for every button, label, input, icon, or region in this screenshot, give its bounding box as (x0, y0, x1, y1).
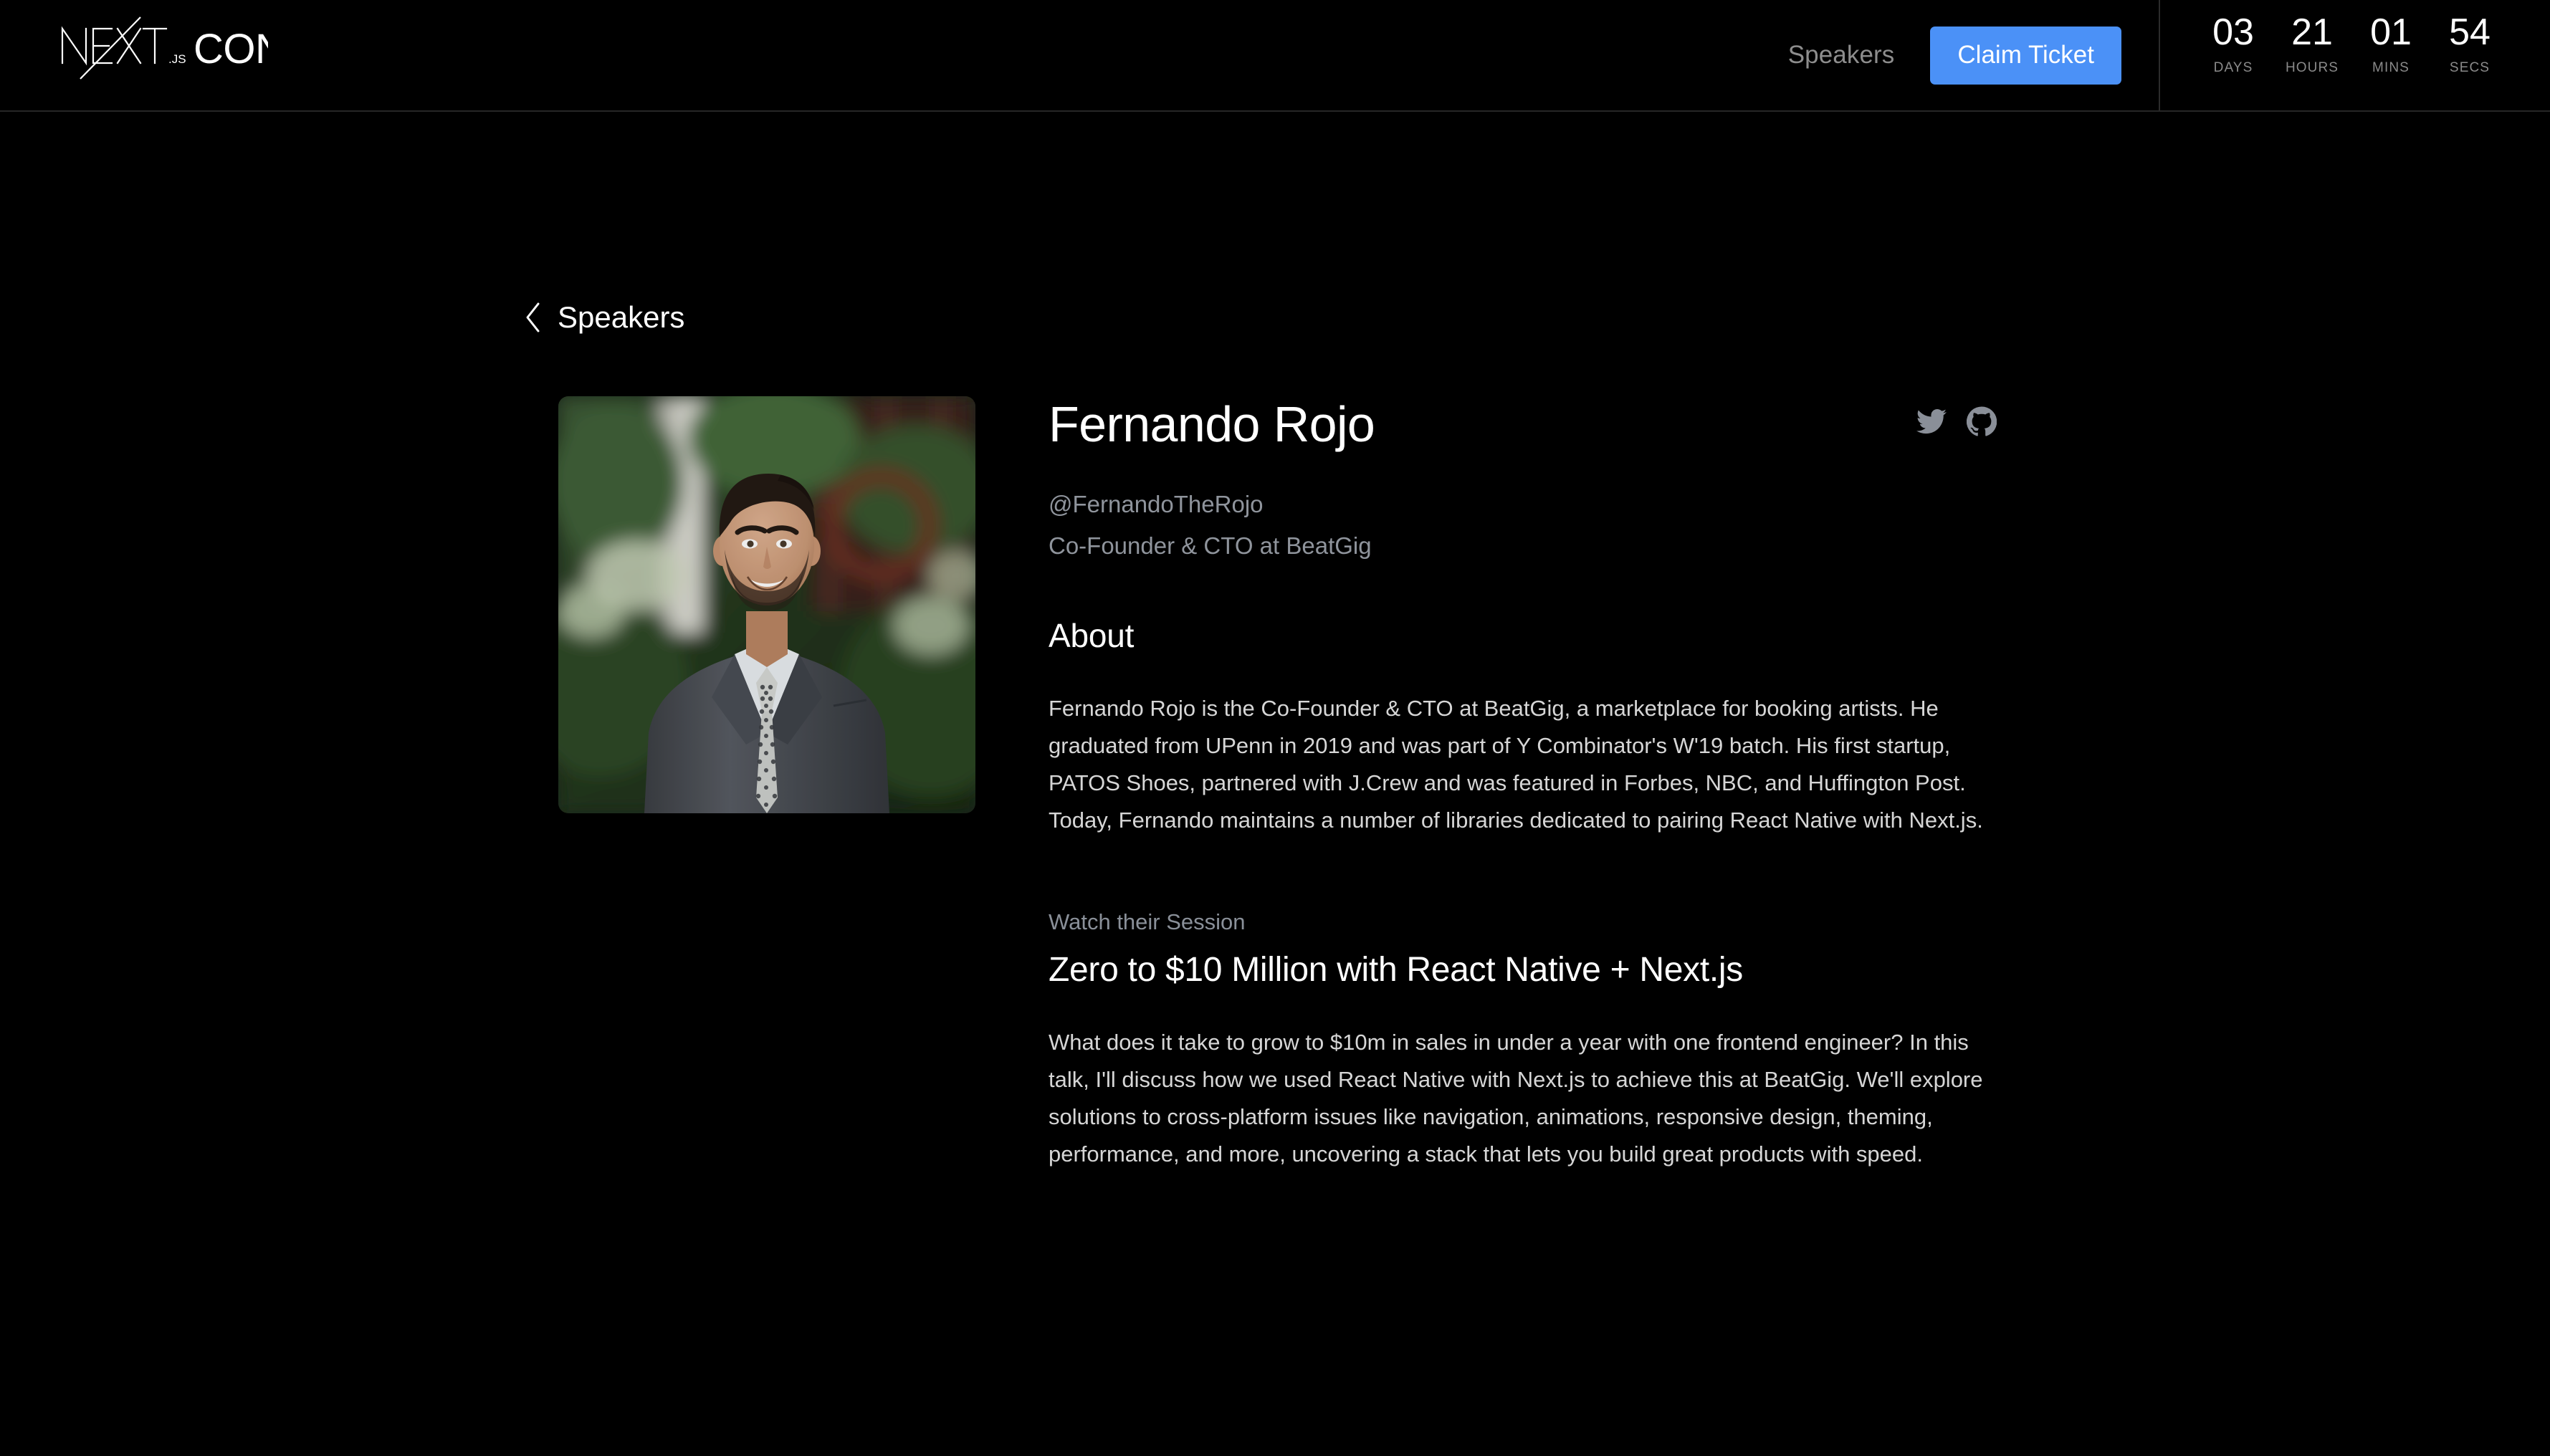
svg-text:CONF: CONF (194, 26, 268, 72)
countdown-timer: 03 DAYS 21 HOURS 01 MINS 54 SECS (2159, 0, 2550, 110)
back-to-speakers-link[interactable]: Speakers (523, 301, 684, 334)
session-description: What does it take to grow to $10m in sal… (1049, 1030, 1983, 1167)
twitter-icon[interactable] (1916, 406, 1947, 436)
speaker-role: Co-Founder & CTO at BeatGig (1049, 532, 1372, 559)
speaker-name-row: Fernando Rojo (1049, 396, 2009, 458)
session-eyebrow: Watch their Session (1049, 909, 1246, 934)
nextjs-conf-logo[interactable]: .JS CONF (53, 16, 310, 87)
github-icon[interactable] (1967, 406, 1997, 436)
about-body: Fernando Rojo is the Co-Founder & CTO at… (1049, 696, 1983, 833)
countdown-unit-mins: 01 MINS (2355, 11, 2427, 76)
countdown-unit-secs: 54 SECS (2434, 11, 2506, 76)
about-heading: About (1049, 617, 1135, 654)
speaker-details: Fernando Rojo @FernandoTheRojo Co-Founde… (1049, 396, 2009, 1173)
claim-ticket-button[interactable]: Claim Ticket (1930, 26, 2121, 85)
speaker-name: Fernando Rojo (1049, 396, 1375, 452)
session-title: Zero to $10 Million with React Native + … (1049, 951, 1743, 989)
countdown-unit-days: 03 DAYS (2197, 11, 2269, 76)
twitter-bird-glyph (1916, 408, 1947, 434)
countdown-secs-value: 54 (2449, 11, 2491, 53)
countdown-days-label: DAYS (2213, 60, 2253, 75)
header-right-group: Speakers Claim Ticket 03 DAYS 21 HOURS 0… (1788, 0, 2550, 110)
site-header: .JS CONF Speakers Claim Ticket 03 DAYS 2… (0, 0, 2550, 112)
countdown-mins-label: MINS (2372, 60, 2410, 75)
nextjs-conf-logo-icon: .JS CONF (61, 16, 310, 80)
chevron-left-icon (526, 302, 540, 332)
svg-text:.JS: .JS (168, 52, 186, 66)
countdown-days-value: 03 (2212, 11, 2254, 53)
countdown-mins-value: 01 (2370, 11, 2412, 53)
page-root: .JS CONF Speakers Claim Ticket 03 DAYS 2… (0, 0, 2550, 1456)
countdown-hours-label: HOURS (2285, 60, 2339, 75)
session-block: Watch their Session Zero to $10 Million … (1049, 909, 2009, 1173)
countdown-secs-label: SECS (2449, 60, 2491, 75)
main-content: Speakers Fernando Rojo @FernandoTheRojo … (0, 112, 2550, 1167)
back-link-label: Speakers (558, 300, 685, 334)
speaker-photo (558, 396, 975, 813)
countdown-hours-value: 21 (2291, 11, 2333, 53)
speaker-handle: @FernandoTheRojo (1049, 491, 1264, 517)
nav-link-speakers[interactable]: Speakers (1788, 41, 1895, 70)
social-links (1916, 406, 1997, 436)
github-octocat-glyph (1967, 406, 1997, 436)
countdown-unit-hours: 21 HOURS (2276, 11, 2348, 76)
speaker-photo-image (558, 396, 975, 813)
